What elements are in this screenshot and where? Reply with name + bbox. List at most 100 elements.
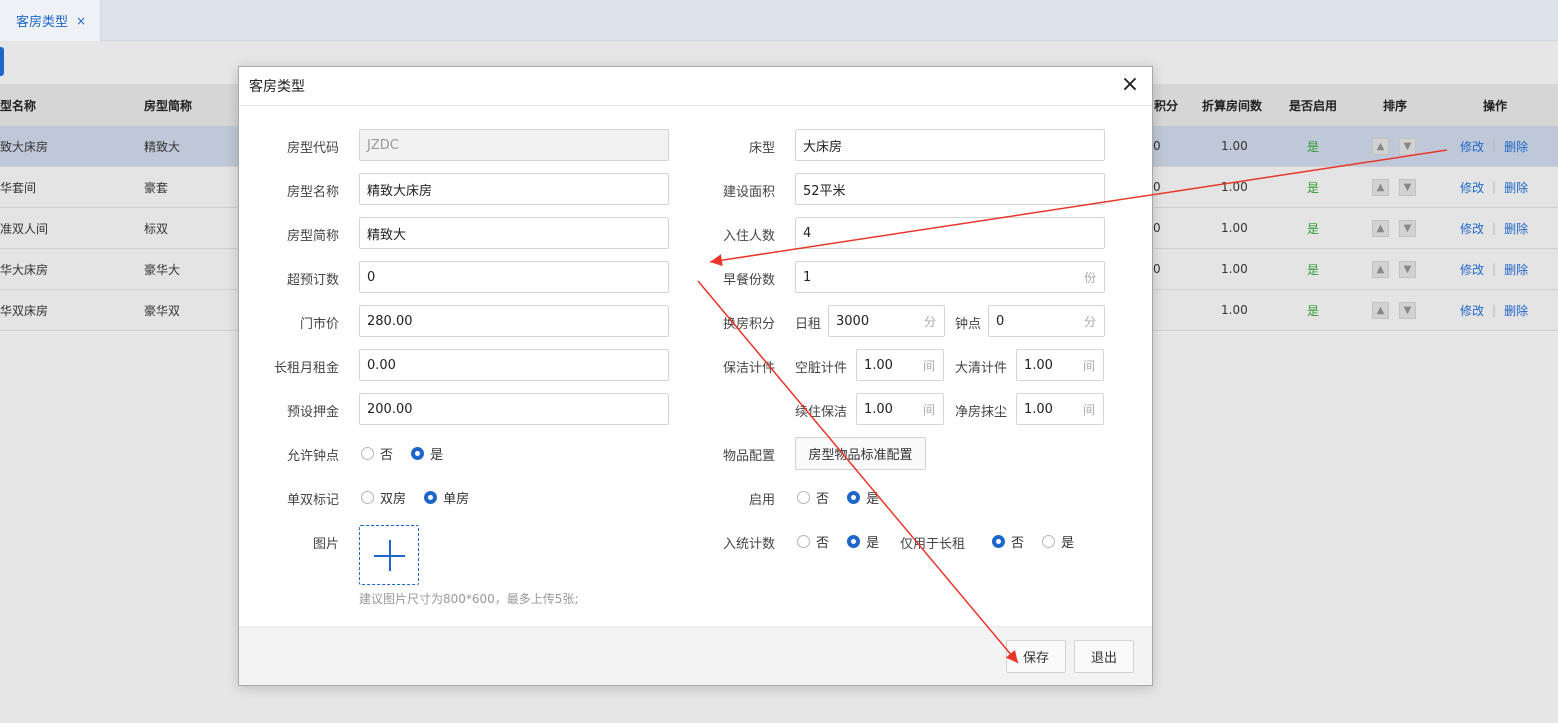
hourly-no-radio[interactable]: 否 (361, 444, 393, 463)
enable-label: 启用 (748, 493, 775, 508)
hourly-radio-group: 否 是 (361, 444, 457, 464)
delete-link[interactable]: 删除 (1504, 220, 1528, 237)
dialog-header: 客房类型 × (239, 67, 1152, 106)
move-up-icon[interactable]: ▲ (1372, 178, 1389, 196)
swap-points-label: 换房积分 (722, 317, 775, 332)
col-converted: 折算房间数 (1202, 98, 1263, 113)
stay-clean-field[interactable]: 1.00 间 (856, 393, 944, 425)
delete-link[interactable]: 删除 (1504, 302, 1528, 319)
breakfast-label: 早餐份数 (722, 273, 775, 288)
stay-clean-label: 续住保洁 (795, 405, 848, 420)
col-sort: 排序 (1383, 98, 1408, 113)
cell-short-name: 豪华大 (144, 262, 181, 277)
radio-on-icon (847, 491, 861, 504)
name-field[interactable]: 精致大床房 (359, 173, 669, 205)
dirty-piece-field[interactable]: 1.00 间 (856, 349, 944, 381)
move-down-icon[interactable]: ▼ (1399, 219, 1416, 237)
code-label: 房型代码 (286, 141, 339, 156)
tab-room-type[interactable]: 客房类型 × (0, 0, 101, 41)
cell-type-name: 准双人间 (0, 221, 49, 236)
area-field[interactable]: 52平米 (795, 173, 1105, 205)
cell-converted: 1.00 (1221, 303, 1248, 317)
col-enabled: 是否启用 (1289, 98, 1338, 113)
overbook-field[interactable]: 0 (359, 261, 669, 293)
room-type-dialog: 客房类型 × 房型代码 JZDC 房型名称 精致大床房 房型简称 精致大 超预订… (238, 66, 1153, 686)
bed-field[interactable]: 大床房 (795, 129, 1105, 161)
deposit-field[interactable]: 200.00 (359, 393, 669, 425)
col-points: 积分 (1154, 98, 1179, 113)
name-label: 房型名称 (286, 185, 339, 200)
cell-converted: 1.00 (1221, 262, 1248, 276)
move-up-icon[interactable]: ▲ (1372, 260, 1389, 278)
delete-link[interactable]: 删除 (1504, 261, 1528, 278)
hourly-points-field[interactable]: 0 分 (988, 305, 1105, 337)
stats-no-radio[interactable]: 否 (797, 532, 829, 551)
longrent-only-yes-radio[interactable]: 是 (1042, 532, 1074, 551)
code-field[interactable]: JZDC (359, 129, 669, 161)
image-label: 图片 (312, 537, 339, 552)
move-up-icon[interactable]: ▲ (1372, 301, 1389, 319)
move-up-icon[interactable]: ▲ (1372, 219, 1389, 237)
longrent-only-no-radio[interactable]: 否 (992, 532, 1024, 551)
cell-enabled: 是 (1307, 303, 1320, 318)
day-rent-points-field[interactable]: 3000 分 (828, 305, 945, 337)
day-rent-label: 日租 (795, 317, 822, 332)
move-down-icon[interactable]: ▼ (1399, 137, 1416, 155)
occupancy-field[interactable]: 4 (795, 217, 1105, 249)
cell-converted: 1.00 (1221, 221, 1248, 235)
edit-link[interactable]: 修改 (1460, 179, 1484, 196)
move-down-icon[interactable]: ▼ (1399, 260, 1416, 278)
move-down-icon[interactable]: ▼ (1399, 301, 1416, 319)
radio-off-icon (797, 491, 810, 504)
single-radio[interactable]: 单房 (424, 488, 469, 507)
close-icon[interactable]: × (1118, 73, 1142, 97)
edit-link[interactable]: 修改 (1460, 138, 1484, 155)
dust-field[interactable]: 1.00 间 (1016, 393, 1104, 425)
short-field[interactable]: 精致大 (359, 217, 669, 249)
edit-link[interactable]: 修改 (1460, 261, 1484, 278)
rack-price-field[interactable]: 280.00 (359, 305, 669, 337)
save-button[interactable]: 保存 (1006, 640, 1066, 673)
radio-on-icon (992, 535, 1005, 548)
exit-button[interactable]: 退出 (1074, 640, 1134, 673)
longrent-field[interactable]: 0.00 (359, 349, 669, 381)
short-label: 房型简称 (286, 229, 339, 244)
delete-link[interactable]: 删除 (1504, 179, 1528, 196)
longrent-only-label: 仅用于长租 (900, 537, 966, 552)
edit-link[interactable]: 修改 (1460, 220, 1484, 237)
radio-on-icon (424, 491, 438, 504)
col-short-name: 房型简称 (144, 98, 193, 113)
move-up-icon[interactable]: ▲ (1372, 137, 1389, 155)
cell-type-name: 华大床房 (0, 262, 49, 277)
cell-short-name: 豪套 (144, 180, 169, 195)
add-button-edge[interactable] (0, 47, 4, 76)
edit-link[interactable]: 修改 (1460, 302, 1484, 319)
cell-type-name: 致大床房 (0, 139, 49, 154)
radio-off-icon (361, 447, 374, 460)
cell-points: 0 (1153, 180, 1161, 194)
enable-yes-radio[interactable]: 是 (847, 488, 879, 507)
delete-link[interactable]: 删除 (1504, 138, 1528, 155)
cell-points: 0 (1153, 221, 1161, 235)
move-down-icon[interactable]: ▼ (1399, 178, 1416, 196)
breakfast-field[interactable]: 1 份 (795, 261, 1105, 293)
enable-no-radio[interactable]: 否 (797, 488, 829, 507)
close-icon[interactable]: × (76, 14, 86, 28)
cell-type-name: 华双床房 (0, 303, 49, 318)
dialog-footer: 保存 退出 (239, 626, 1152, 685)
single-double-label: 单双标记 (286, 493, 339, 508)
hourly-yes-radio[interactable]: 是 (411, 444, 443, 463)
dialog-title: 客房类型 (249, 79, 305, 95)
area-label: 建设面积 (722, 185, 775, 200)
image-upload-button[interactable] (359, 525, 419, 585)
dust-label: 净房抹尘 (955, 405, 1008, 420)
radio-on-icon (411, 447, 425, 460)
deep-clean-field[interactable]: 1.00 间 (1016, 349, 1104, 381)
single-double-radio-group: 双房 单房 (361, 488, 483, 508)
longrent-only-radio-group: 否 是 (992, 532, 1088, 552)
radio-off-icon (797, 535, 810, 548)
items-config-button[interactable]: 房型物品标准配置 (795, 437, 926, 470)
stats-radio-group: 否 是 (797, 532, 893, 552)
double-radio[interactable]: 双房 (361, 488, 406, 507)
stats-yes-radio[interactable]: 是 (847, 532, 879, 551)
